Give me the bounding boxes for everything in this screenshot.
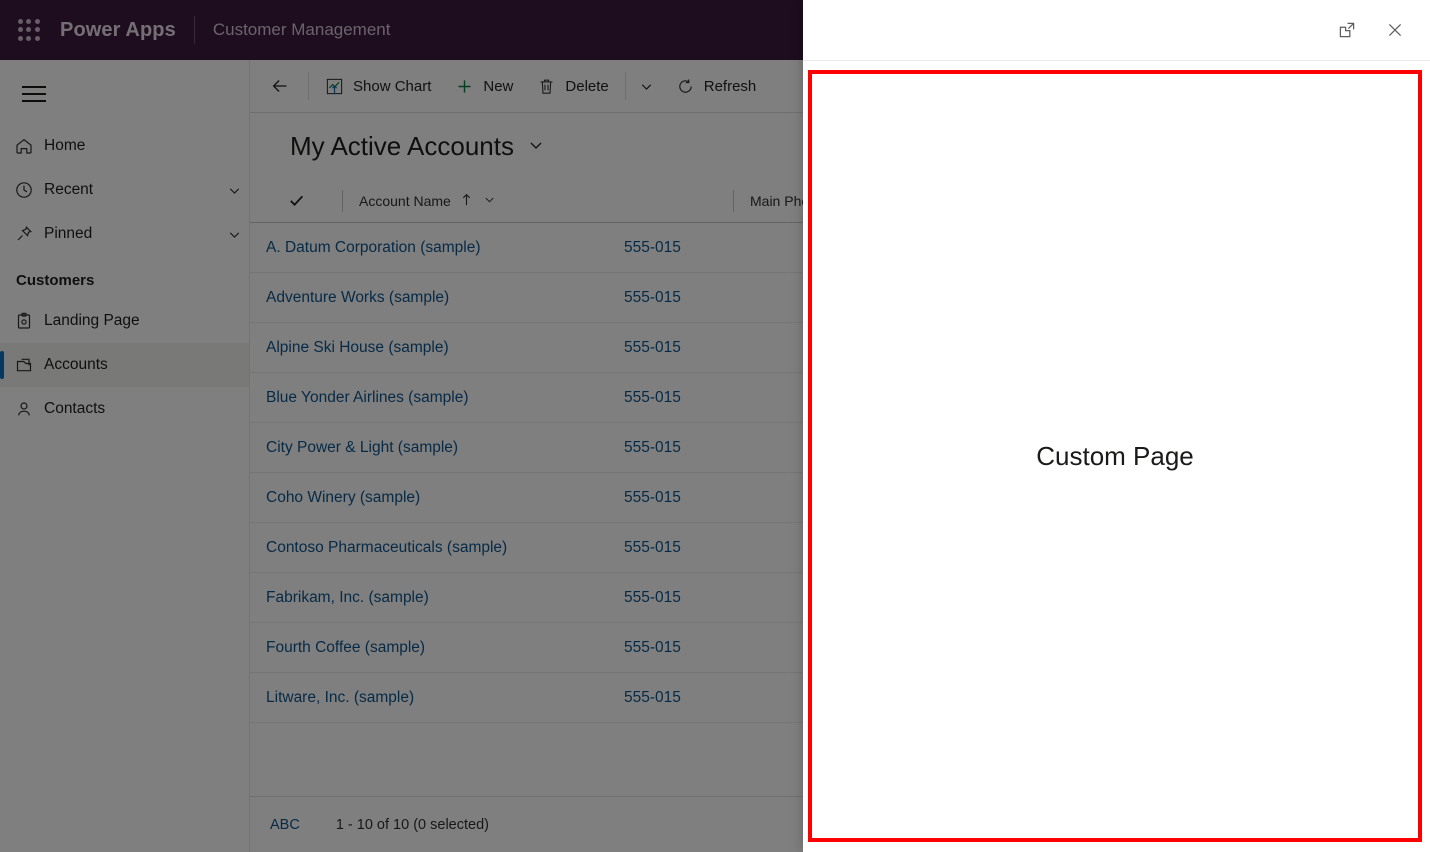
dialog-body: Custom Page (803, 61, 1430, 852)
app-root: Power Apps Customer Management Home (0, 0, 1430, 852)
dialog-header (803, 0, 1430, 61)
side-dialog: Custom Page (803, 0, 1430, 852)
pop-out-icon[interactable] (1328, 11, 1366, 49)
custom-page-label: Custom Page (1036, 441, 1194, 472)
custom-page-container[interactable]: Custom Page (808, 70, 1422, 842)
close-icon[interactable] (1376, 11, 1414, 49)
